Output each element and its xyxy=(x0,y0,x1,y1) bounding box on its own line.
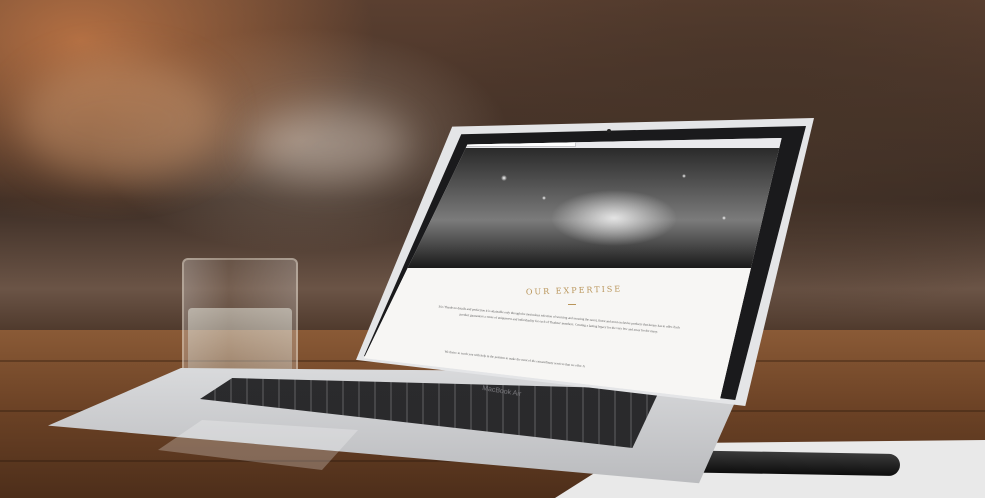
photo-scene: MacBook Air OUR EXPERTISE It is Thanks t… xyxy=(0,0,985,498)
background-bokeh xyxy=(250,110,410,180)
heading-divider xyxy=(568,304,576,305)
laptop-screen: OUR EXPERTISE It is Thanks to details an… xyxy=(364,138,782,400)
camera-icon xyxy=(607,129,611,133)
background-bokeh xyxy=(20,60,220,180)
